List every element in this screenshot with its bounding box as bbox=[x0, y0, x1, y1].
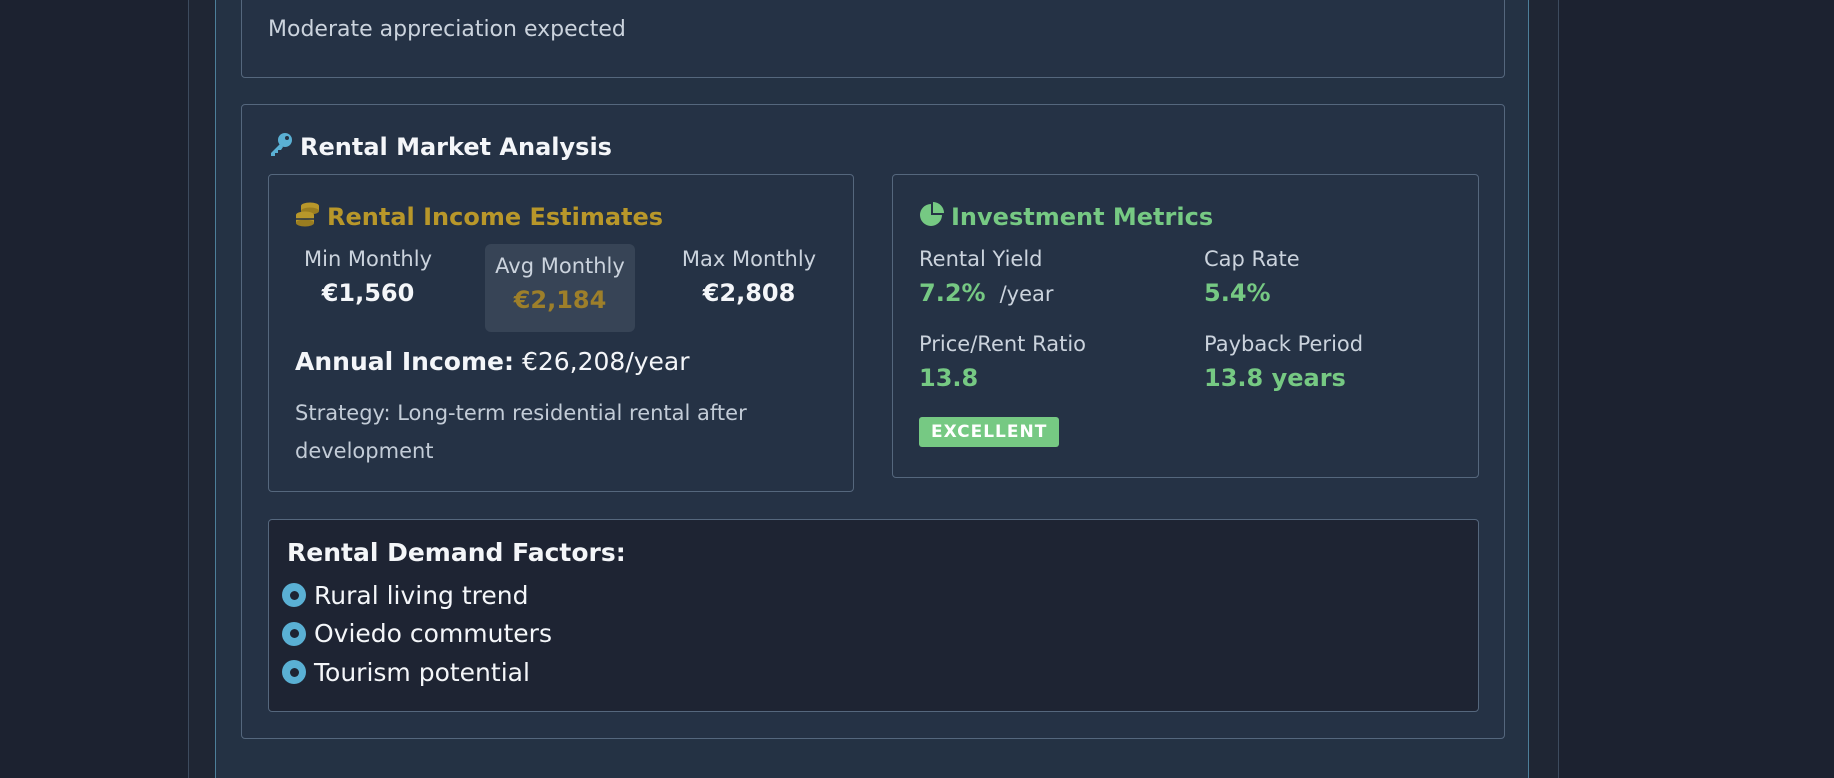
list-item: Oviedo commuters bbox=[282, 615, 552, 654]
min-monthly-label: Min Monthly bbox=[303, 247, 433, 271]
metrics-card-header: Investment Metrics bbox=[919, 201, 1213, 233]
rental-yield-value: 7.2% bbox=[919, 279, 986, 307]
avg-monthly-value: €2,184 bbox=[513, 286, 607, 314]
key-icon bbox=[268, 131, 294, 163]
investment-metrics-card: Investment Metrics Rental Yield 7.2% /ye… bbox=[892, 174, 1479, 478]
demand-list: Rural living trend Oviedo commuters Tour… bbox=[282, 576, 552, 692]
strategy-text: Strategy: Long-term residential rental a… bbox=[295, 401, 747, 463]
appreciation-text: Moderate appreciation expected bbox=[268, 17, 626, 42]
cap-rate-label: Cap Rate bbox=[1204, 247, 1300, 271]
rental-market-card: Rental Market Analysis Rental Income Est… bbox=[241, 104, 1505, 739]
annual-income-value: €26,208/year bbox=[521, 347, 690, 376]
coins-icon bbox=[295, 201, 321, 233]
demand-item-label: Rural living trend bbox=[314, 580, 529, 610]
payback-metric: Payback Period 13.8 years bbox=[1204, 332, 1363, 392]
rating-badge: EXCELLENT bbox=[919, 417, 1060, 447]
payback-value: 13.8 years bbox=[1204, 364, 1346, 392]
demand-item-label: Tourism potential bbox=[314, 657, 530, 687]
min-monthly-value: €1,560 bbox=[321, 279, 415, 307]
rental-yield-unit: /year bbox=[999, 282, 1054, 306]
pie-chart-icon bbox=[919, 201, 945, 233]
max-monthly-stat: Max Monthly €2,808 bbox=[674, 247, 824, 307]
min-monthly-stat: Min Monthly €1,560 bbox=[293, 247, 443, 307]
demand-item-label: Oviedo commuters bbox=[314, 619, 552, 649]
radio-bullet-icon bbox=[282, 660, 306, 685]
price-rent-value: 13.8 bbox=[919, 364, 979, 392]
income-card-title: Rental Income Estimates bbox=[327, 203, 664, 231]
annual-income: Annual Income: €26,208/year bbox=[295, 347, 690, 376]
rental-yield-metric: Rental Yield 7.2% /year bbox=[919, 247, 1054, 307]
cap-rate-value: 5.4% bbox=[1204, 279, 1271, 307]
demand-title: Rental Demand Factors: bbox=[287, 538, 626, 567]
avg-monthly-stat: Avg Monthly €2,184 bbox=[485, 244, 635, 332]
appreciation-card: Moderate appreciation expected bbox=[241, 0, 1505, 78]
list-item: Rural living trend bbox=[282, 576, 552, 615]
annual-income-label: Annual Income: bbox=[295, 347, 514, 376]
payback-label: Payback Period bbox=[1204, 332, 1364, 356]
price-rent-label: Price/Rent Ratio bbox=[919, 332, 1087, 356]
rental-section-header: Rental Market Analysis bbox=[268, 131, 612, 163]
rental-demand-card: Rental Demand Factors: Rural living tren… bbox=[268, 519, 1479, 712]
rental-section-title: Rental Market Analysis bbox=[300, 133, 612, 161]
cap-rate-metric: Cap Rate 5.4% bbox=[1204, 247, 1300, 307]
max-monthly-label: Max Monthly bbox=[681, 247, 817, 271]
rental-yield-label: Rental Yield bbox=[919, 247, 1043, 271]
price-rent-metric: Price/Rent Ratio 13.8 bbox=[919, 332, 1086, 392]
max-monthly-value: €2,808 bbox=[702, 279, 796, 307]
radio-bullet-icon bbox=[282, 621, 306, 646]
avg-monthly-label: Avg Monthly bbox=[495, 254, 625, 278]
radio-bullet-icon bbox=[282, 583, 306, 608]
income-card-header: Rental Income Estimates bbox=[295, 201, 663, 233]
metrics-card-title: Investment Metrics bbox=[951, 203, 1214, 231]
rental-income-card: Rental Income Estimates Min Monthly €1,5… bbox=[268, 174, 854, 492]
list-item: Tourism potential bbox=[282, 653, 552, 692]
